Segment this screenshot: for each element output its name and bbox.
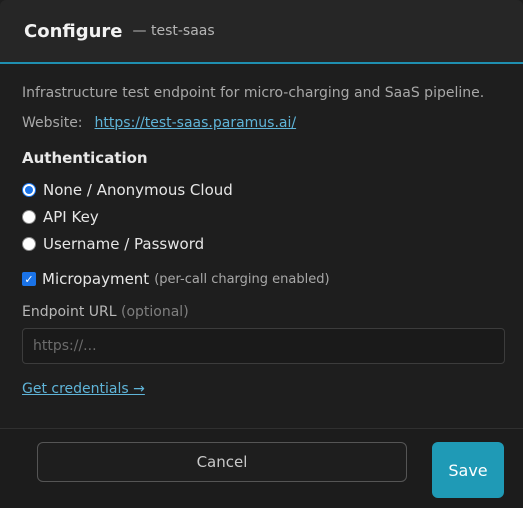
cancel-button[interactable]: Cancel [37, 442, 407, 482]
radio-button[interactable] [22, 237, 36, 251]
dialog-subtitle: — test-saas [132, 23, 215, 39]
website-link[interactable]: https://test-saas.paramus.ai/ [95, 115, 297, 131]
save-button[interactable]: Save [432, 442, 504, 498]
endpoint-url-input[interactable] [22, 328, 505, 364]
radio-api-key[interactable]: API Key [22, 208, 99, 226]
micropayment-checkbox-row[interactable]: ✓ Micropayment (per-call charging enable… [22, 270, 330, 288]
website-label: Website: [22, 115, 83, 131]
radio-button[interactable] [22, 210, 36, 224]
get-credentials-link[interactable]: Get credentials → [22, 381, 145, 397]
configure-dialog: Configure — test-saas Infrastructure tes… [0, 0, 523, 508]
endpoint-optional-text: (optional) [121, 304, 189, 320]
radio-label: API Key [43, 208, 99, 226]
endpoint-url-label: Endpoint URL (optional) [22, 304, 189, 320]
micropayment-checkbox[interactable]: ✓ [22, 272, 36, 286]
dialog-title: Configure [24, 20, 123, 42]
radio-button-checked[interactable] [22, 183, 36, 197]
description-text: Infrastructure test endpoint for micro-c… [22, 85, 485, 101]
endpoint-label-text: Endpoint URL [22, 304, 117, 320]
checkmark-icon: ✓ [24, 272, 34, 286]
website-row: Website: https://test-saas.paramus.ai/ [22, 115, 296, 131]
authentication-heading: Authentication [22, 149, 148, 167]
radio-label: None / Anonymous Cloud [43, 181, 233, 199]
micropayment-hint: (per-call charging enabled) [154, 271, 330, 287]
radio-none-anonymous[interactable]: None / Anonymous Cloud [22, 181, 233, 199]
radio-label: Username / Password [43, 235, 205, 253]
dialog-header: Configure — test-saas [0, 0, 523, 64]
radio-username-password[interactable]: Username / Password [22, 235, 204, 253]
micropayment-label: Micropayment [42, 270, 150, 288]
